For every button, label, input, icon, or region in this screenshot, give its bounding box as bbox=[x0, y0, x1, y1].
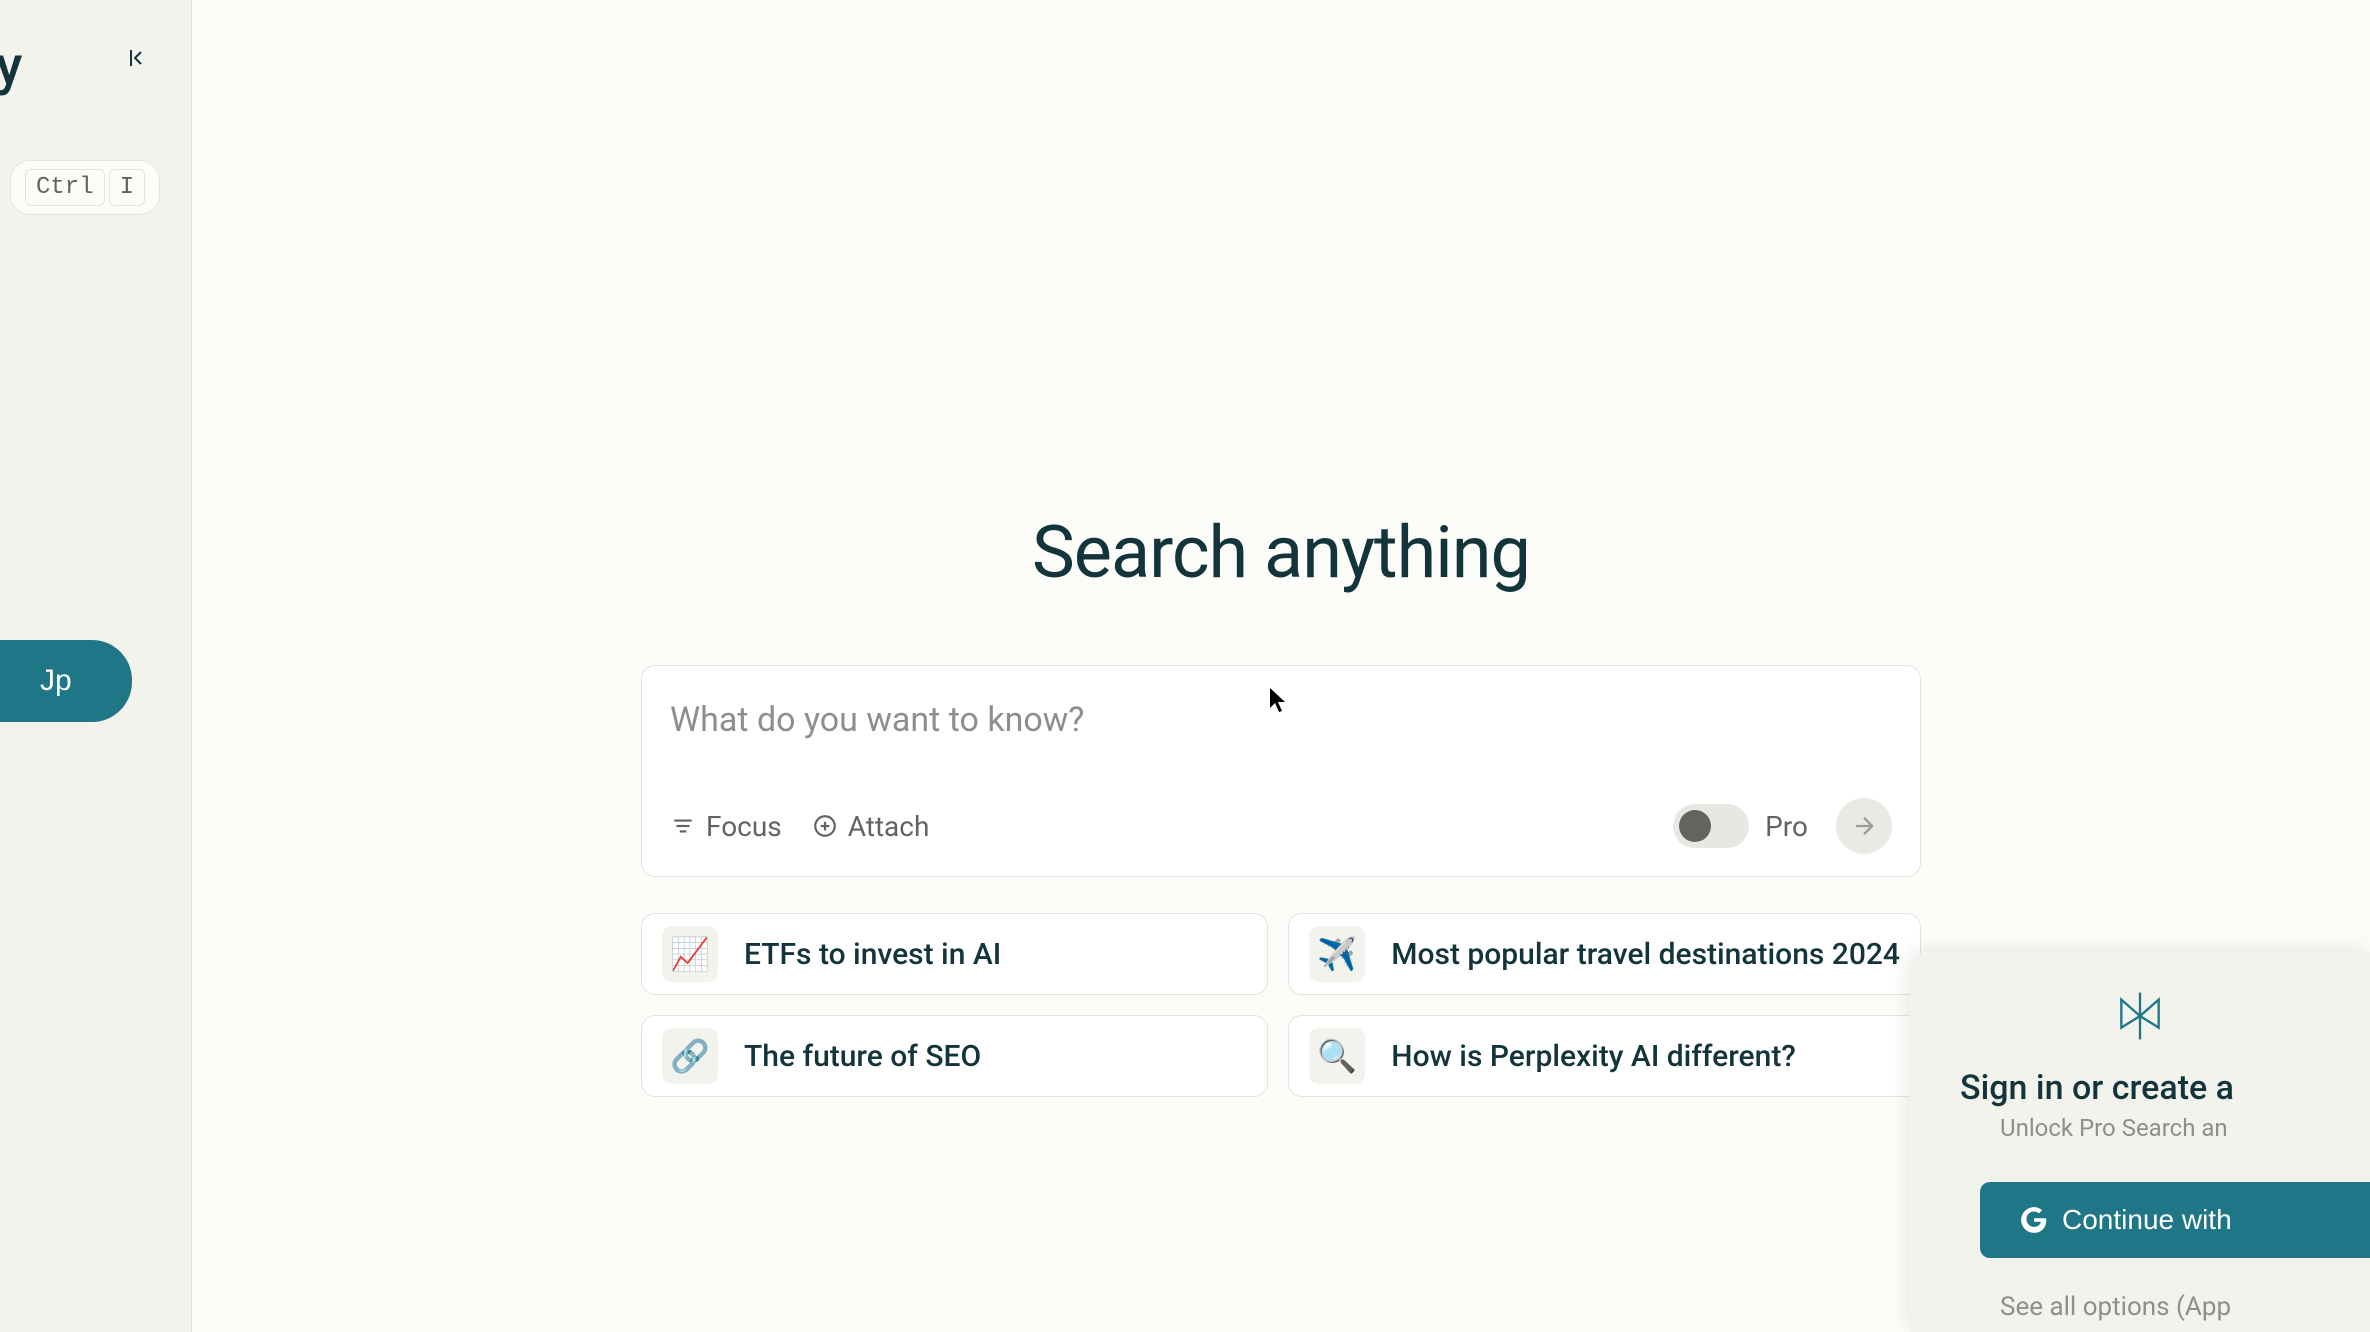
attach-label: Attach bbox=[848, 810, 930, 843]
pro-toggle[interactable] bbox=[1673, 804, 1749, 848]
sidebar: xity Ctrl I Jp bbox=[0, 0, 192, 1332]
chart-icon: 📈 bbox=[662, 926, 718, 982]
page-title: Search anything bbox=[1032, 510, 1530, 595]
perplexity-logo-icon bbox=[1910, 988, 2370, 1044]
signin-subtitle: Unlock Pro Search an bbox=[1960, 1114, 2370, 1142]
signin-popup: Sign in or create a Unlock Pro Search an… bbox=[1910, 952, 2370, 1332]
suggestions-grid: 📈 ETFs to invest in AI ✈️ Most popular t… bbox=[641, 913, 1921, 1097]
arrow-right-icon bbox=[1850, 812, 1878, 840]
focus-icon bbox=[670, 813, 696, 839]
airplane-icon: ✈️ bbox=[1309, 926, 1365, 982]
continue-with-google-button[interactable]: Continue with bbox=[1980, 1182, 2370, 1258]
signin-title: Sign in or create a bbox=[1960, 1068, 2370, 1108]
i-key: I bbox=[109, 169, 145, 206]
search-toolbar: Focus Attach Pro bbox=[670, 798, 1892, 854]
see-all-options-link[interactable]: See all options (App bbox=[1960, 1292, 2370, 1332]
toggle-knob bbox=[1679, 810, 1711, 842]
suggestion-card-etfs[interactable]: 📈 ETFs to invest in AI bbox=[641, 913, 1268, 995]
magnifier-icon: 🔍 bbox=[1309, 1028, 1365, 1084]
plus-circle-icon bbox=[812, 813, 838, 839]
suggestion-card-travel[interactable]: ✈️ Most popular travel destinations 2024 bbox=[1288, 913, 1921, 995]
submit-button[interactable] bbox=[1836, 798, 1892, 854]
suggestion-text: How is Perplexity AI different? bbox=[1391, 1039, 1796, 1074]
keyboard-shortcut: Ctrl I bbox=[10, 160, 160, 215]
search-toolbar-right: Pro bbox=[1673, 798, 1892, 854]
suggestion-card-seo[interactable]: 🔗 The future of SEO bbox=[641, 1015, 1268, 1097]
suggestion-text: ETFs to invest in AI bbox=[744, 937, 1001, 972]
google-icon bbox=[2020, 1206, 2048, 1234]
suggestion-text: The future of SEO bbox=[744, 1039, 981, 1074]
signup-button[interactable]: Jp bbox=[0, 640, 132, 722]
search-input[interactable] bbox=[670, 700, 1892, 740]
logo-text: xity bbox=[0, 35, 21, 98]
focus-label: Focus bbox=[706, 810, 782, 843]
suggestion-card-perplexity[interactable]: 🔍 How is Perplexity AI different? bbox=[1288, 1015, 1921, 1097]
suggestion-text: Most popular travel destinations 2024 bbox=[1391, 937, 1900, 972]
focus-button[interactable]: Focus bbox=[670, 810, 782, 843]
collapse-sidebar-icon[interactable] bbox=[127, 46, 151, 70]
attach-button[interactable]: Attach bbox=[812, 810, 930, 843]
pro-label: Pro bbox=[1765, 810, 1808, 843]
search-box: Focus Attach Pro bbox=[641, 665, 1921, 877]
link-icon: 🔗 bbox=[662, 1028, 718, 1084]
search-toolbar-left: Focus Attach bbox=[670, 810, 929, 843]
google-button-label: Continue with bbox=[2062, 1204, 2232, 1236]
ctrl-key: Ctrl bbox=[25, 169, 105, 206]
